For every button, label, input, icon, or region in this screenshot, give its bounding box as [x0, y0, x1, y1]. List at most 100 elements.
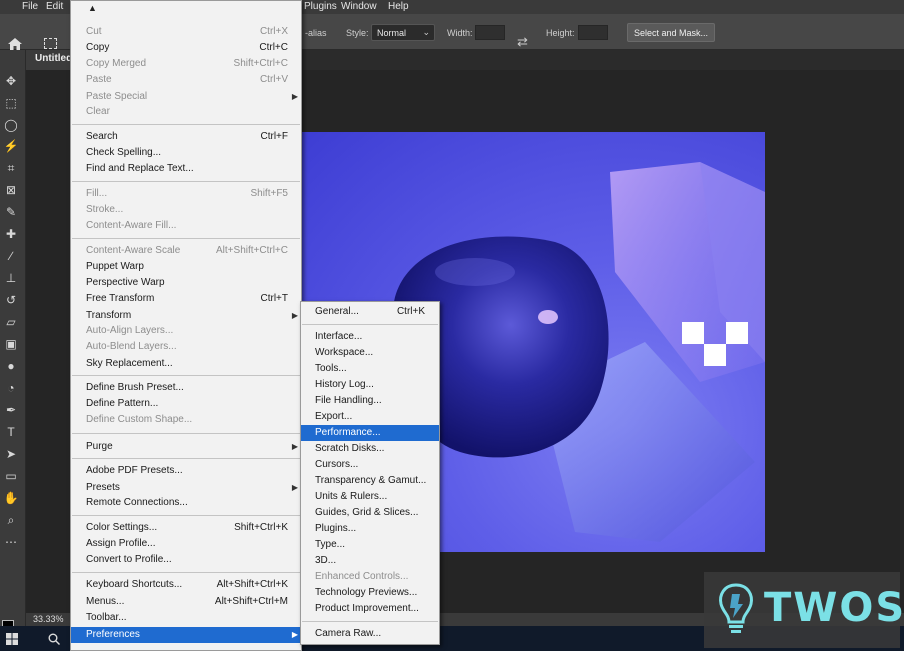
menu-item-label: Content-Aware Fill...: [86, 220, 177, 231]
quick-select-icon[interactable]: ⚡: [3, 139, 19, 153]
edit-menu-item-free-transform[interactable]: Free Transform Ctrl+T: [71, 291, 301, 307]
preferences-item-export[interactable]: Export...: [301, 409, 439, 425]
style-select[interactable]: Normal ⌄: [371, 24, 435, 41]
menu-separator: [72, 515, 300, 516]
windows-start-icon[interactable]: [6, 633, 18, 645]
preferences-item-plugins[interactable]: Plugins...: [301, 521, 439, 537]
dodge-icon[interactable]: ◔: [3, 381, 19, 395]
menu-plugins[interactable]: Plugins: [304, 1, 337, 12]
edit-menu-item-transform[interactable]: Transform ▶: [71, 308, 301, 324]
more-tools-icon[interactable]: ⋯: [3, 535, 19, 549]
preferences-item-file-handling[interactable]: File Handling...: [301, 393, 439, 409]
preferences-item-interface[interactable]: Interface...: [301, 329, 439, 345]
preferences-item-transparency-gamut[interactable]: Transparency & Gamut...: [301, 473, 439, 489]
style-label: Style:: [346, 28, 369, 38]
preferences-item-workspace[interactable]: Workspace...: [301, 345, 439, 361]
edit-menu-item-preferences[interactable]: Preferences ▶: [71, 627, 301, 643]
edit-menu-item-toolbar[interactable]: Toolbar...: [71, 610, 301, 626]
history-brush-icon[interactable]: ↺: [3, 293, 19, 307]
stamp-icon[interactable]: ⊥: [3, 271, 19, 285]
preferences-item-3d[interactable]: 3D...: [301, 553, 439, 569]
preferences-item-scratch-disks[interactable]: Scratch Disks...: [301, 441, 439, 457]
edit-menu-item-search[interactable]: Search Ctrl+F: [71, 129, 301, 145]
edit-menu-item-presets[interactable]: Presets ▶: [71, 480, 301, 496]
document-tab[interactable]: Untitled: [26, 50, 70, 70]
menu-item-label: Paste: [86, 74, 112, 85]
menu-item-label: Fill...: [86, 188, 108, 199]
rect-marquee-icon[interactable]: [44, 38, 57, 49]
menu-item-label: Interface...: [315, 331, 363, 342]
gradient-icon[interactable]: ▣: [3, 337, 19, 351]
preferences-item-units-rulers[interactable]: Units & Rulers...: [301, 489, 439, 505]
menu-separator: [72, 238, 300, 239]
preferences-item-guides-grid-slices[interactable]: Guides, Grid & Slices...: [301, 505, 439, 521]
menu-help[interactable]: Help: [388, 1, 409, 12]
edit-menu-item-find-and-replace-text[interactable]: Find and Replace Text...: [71, 161, 301, 177]
edit-menu-item-check-spelling[interactable]: Check Spelling...: [71, 145, 301, 161]
rectangle-icon[interactable]: ▭: [3, 469, 19, 483]
edit-menu-item-perspective-warp[interactable]: Perspective Warp: [71, 275, 301, 291]
height-input[interactable]: [578, 25, 608, 40]
preferences-item-technology-previews[interactable]: Technology Previews...: [301, 585, 439, 601]
preferences-item-camera-raw[interactable]: Camera Raw...: [301, 626, 439, 642]
select-and-mask-button[interactable]: Select and Mask...: [627, 23, 715, 42]
edit-menu-item-sky-replacement[interactable]: Sky Replacement...: [71, 356, 301, 372]
crop-icon[interactable]: ⌗: [3, 161, 19, 175]
preferences-item-cursors[interactable]: Cursors...: [301, 457, 439, 473]
edit-menu-item-copy[interactable]: Copy Ctrl+C: [71, 40, 301, 56]
edit-menu-item-color-settings[interactable]: Color Settings... Shift+Ctrl+K: [71, 520, 301, 536]
menu-scroll-up-icon[interactable]: ▲: [88, 3, 97, 13]
preferences-item-history-log[interactable]: History Log...: [301, 377, 439, 393]
preferences-item-product-improvement[interactable]: Product Improvement...: [301, 601, 439, 617]
healing-icon[interactable]: ✚: [3, 227, 19, 241]
lasso-icon[interactable]: ◯: [3, 118, 19, 132]
eraser-icon[interactable]: ▱: [3, 315, 19, 329]
preferences-item-tools[interactable]: Tools...: [301, 361, 439, 377]
frame-icon[interactable]: ⊠: [3, 183, 19, 197]
path-select-icon[interactable]: ➤: [3, 447, 19, 461]
menu-item-label: Guides, Grid & Slices...: [315, 507, 419, 518]
home-icon[interactable]: [8, 38, 22, 50]
move-icon[interactable]: ✥: [3, 74, 19, 88]
edit-menu-item-keyboard-shortcuts[interactable]: Keyboard Shortcuts... Alt+Shift+Ctrl+K: [71, 577, 301, 593]
edit-menu-item-puppet-warp[interactable]: Puppet Warp: [71, 259, 301, 275]
edit-menu-item-remote-connections[interactable]: Remote Connections...: [71, 495, 301, 511]
menu-item-label: Transparency & Gamut...: [315, 475, 427, 486]
menu-item-label: Paste Special: [86, 91, 148, 102]
menu-file[interactable]: File: [22, 1, 38, 12]
menu-item-label: Transform: [86, 310, 132, 321]
edit-menu-item-paste: Paste Ctrl+V: [71, 72, 301, 88]
search-icon[interactable]: [48, 633, 60, 645]
zoom-level[interactable]: 33.33%: [33, 614, 64, 624]
brush-icon[interactable]: ∕: [3, 249, 19, 263]
edit-menu-item-copy-merged: Copy Merged Shift+Ctrl+C: [71, 56, 301, 72]
type-icon[interactable]: T: [3, 425, 19, 439]
preferences-item-general[interactable]: General... Ctrl+K: [301, 304, 439, 320]
marquee-icon[interactable]: ⬚: [3, 96, 19, 110]
blur-icon[interactable]: ●: [3, 359, 19, 373]
menu-item-shortcut: Ctrl+K: [396, 306, 425, 317]
edit-menu-item-cut: Cut Ctrl+X: [71, 24, 301, 40]
eyedropper-icon[interactable]: ✎: [3, 205, 19, 219]
menu-window[interactable]: Window: [341, 1, 377, 12]
hand-icon[interactable]: ✋: [3, 491, 19, 505]
edit-menu-item-convert-to-profile[interactable]: Convert to Profile...: [71, 552, 301, 568]
menu-item-label: Find and Replace Text...: [86, 163, 194, 174]
pen-icon[interactable]: ✒: [3, 403, 19, 417]
edit-menu-item-define-pattern[interactable]: Define Pattern...: [71, 396, 301, 412]
preferences-item-type[interactable]: Type...: [301, 537, 439, 553]
preferences-item-performance[interactable]: Performance...: [301, 425, 439, 441]
swap-icon[interactable]: ⇄: [517, 34, 528, 50]
menu-item-shortcut: Ctrl+X: [259, 26, 288, 37]
width-input[interactable]: [475, 25, 505, 40]
menu-separator: [72, 458, 300, 459]
edit-menu-item-assign-profile[interactable]: Assign Profile...: [71, 536, 301, 552]
edit-menu-item-define-brush-preset[interactable]: Define Brush Preset...: [71, 380, 301, 396]
preferences-item-enhanced-controls: Enhanced Controls...: [301, 569, 439, 585]
zoom-icon[interactable]: ⌕: [3, 513, 19, 527]
edit-menu-item-menus[interactable]: Menus... Alt+Shift+Ctrl+M: [71, 594, 301, 610]
edit-menu-item-purge[interactable]: Purge ▶: [71, 439, 301, 455]
menu-item-label: Define Pattern...: [86, 398, 159, 409]
menu-edit[interactable]: Edit: [46, 1, 63, 12]
edit-menu-item-adobe-pdf-presets[interactable]: Adobe PDF Presets...: [71, 463, 301, 479]
